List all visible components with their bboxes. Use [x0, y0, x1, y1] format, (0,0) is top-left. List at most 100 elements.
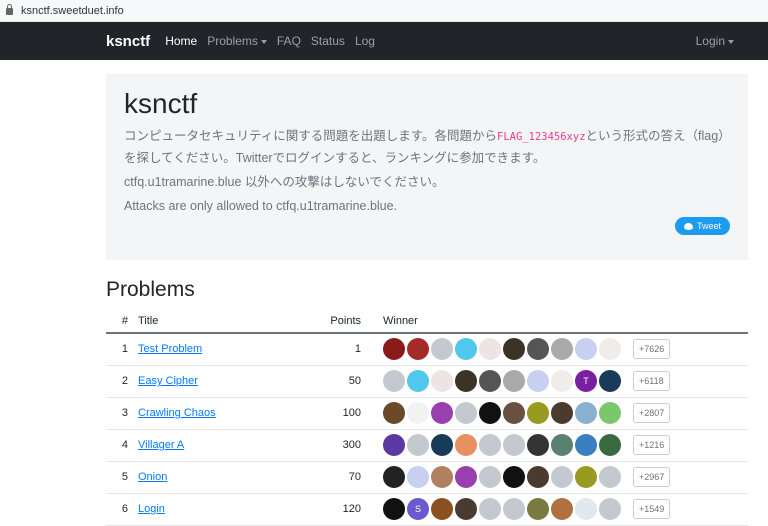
- url-text: ksnctf.sweetduet.info: [21, 4, 124, 17]
- winner-avatar[interactable]: [575, 402, 597, 424]
- winner-avatar[interactable]: [383, 434, 405, 456]
- problem-number: 2: [106, 365, 138, 398]
- nav-faq[interactable]: FAQ: [277, 34, 301, 48]
- winner-avatar[interactable]: [455, 338, 477, 361]
- login-dropdown[interactable]: Login: [696, 34, 734, 48]
- intro-text: コンピュータセキュリティに関する問題を出題します。各問題からFLAG_12345…: [124, 126, 730, 169]
- winner-avatar[interactable]: [575, 338, 597, 361]
- winner-avatar[interactable]: [575, 466, 597, 488]
- problem-link[interactable]: Test Problem: [138, 343, 202, 355]
- winner-avatar[interactable]: [503, 466, 525, 488]
- col-points: Points: [308, 310, 383, 334]
- tweet-button[interactable]: Tweet: [674, 217, 730, 235]
- winner-avatar[interactable]: [383, 338, 405, 361]
- more-winners-button[interactable]: +2807: [633, 403, 671, 423]
- problem-link[interactable]: Villager A: [138, 439, 184, 451]
- winner-avatar[interactable]: [551, 498, 573, 520]
- winner-avatar[interactable]: [527, 402, 549, 424]
- winner-avatar[interactable]: [599, 434, 621, 456]
- winner-avatar[interactable]: [551, 338, 573, 361]
- winner-avatar[interactable]: [575, 434, 597, 456]
- winner-cell: T +6118: [383, 365, 748, 398]
- more-winners-button[interactable]: +2967: [633, 467, 671, 487]
- winner-avatar[interactable]: [503, 434, 525, 456]
- winner-avatar[interactable]: [431, 370, 453, 392]
- winner-avatar[interactable]: [479, 338, 501, 361]
- winner-avatar[interactable]: [479, 370, 501, 392]
- winner-avatar[interactable]: [527, 466, 549, 488]
- winner-avatar[interactable]: [455, 498, 477, 520]
- winner-avatar[interactable]: [551, 402, 573, 424]
- winner-avatar[interactable]: [527, 498, 549, 520]
- winner-avatar[interactable]: [479, 498, 501, 520]
- winner-avatar[interactable]: [431, 466, 453, 488]
- table-row: 6 Login 120 S +1549: [106, 493, 748, 526]
- winner-avatar[interactable]: T: [575, 370, 597, 392]
- winner-avatar[interactable]: [407, 370, 429, 392]
- nav-home[interactable]: Home: [165, 34, 197, 48]
- winner-avatar[interactable]: [503, 370, 525, 392]
- winner-avatar[interactable]: [503, 338, 525, 361]
- winner-avatar[interactable]: [503, 498, 525, 520]
- winner-avatar[interactable]: [407, 402, 429, 424]
- winner-avatar[interactable]: [431, 498, 453, 520]
- winner-avatar[interactable]: [599, 338, 621, 361]
- winner-avatar[interactable]: [527, 370, 549, 392]
- problem-link[interactable]: Onion: [138, 471, 167, 483]
- table-row: 3 Crawling Chaos 100 +2807: [106, 397, 748, 430]
- winner-avatar[interactable]: [479, 402, 501, 424]
- winner-avatar[interactable]: [455, 370, 477, 392]
- winner-avatar[interactable]: [599, 402, 621, 424]
- winner-cell: +1216: [383, 429, 748, 462]
- caret-down-icon: [728, 39, 734, 44]
- nav-log[interactable]: Log: [355, 34, 375, 48]
- problem-link[interactable]: Easy Cipher: [138, 375, 198, 387]
- winner-avatar[interactable]: [407, 466, 429, 488]
- problem-number: 6: [106, 493, 138, 526]
- problem-link[interactable]: Crawling Chaos: [138, 407, 216, 419]
- problem-points: 70: [308, 461, 383, 494]
- winner-avatar[interactable]: [407, 434, 429, 456]
- winner-avatar[interactable]: [455, 434, 477, 456]
- winner-avatar[interactable]: [599, 466, 621, 488]
- twitter-bird-icon: [683, 222, 693, 230]
- col-title: Title: [138, 310, 308, 334]
- winner-avatar[interactable]: [431, 402, 453, 424]
- nav-problems[interactable]: Problems: [207, 34, 267, 48]
- winner-avatar[interactable]: [527, 338, 549, 361]
- winner-avatar[interactable]: [503, 402, 525, 424]
- winner-avatar[interactable]: [479, 434, 501, 456]
- navbar: ksnctf Home Problems FAQ Status Log Logi…: [0, 22, 768, 60]
- winner-avatar[interactable]: [455, 402, 477, 424]
- table-row: 2 Easy Cipher 50 T +6118: [106, 365, 748, 398]
- winner-avatar[interactable]: [383, 498, 405, 520]
- winner-avatar[interactable]: [599, 498, 621, 520]
- winner-avatar[interactable]: S: [407, 498, 429, 520]
- winner-avatar[interactable]: [431, 338, 453, 361]
- winner-avatar[interactable]: [383, 466, 405, 488]
- problem-link[interactable]: Login: [138, 503, 165, 515]
- more-winners-button[interactable]: +6118: [633, 371, 670, 391]
- winner-avatar[interactable]: [551, 434, 573, 456]
- address-bar[interactable]: ksnctf.sweetduet.info: [0, 0, 768, 22]
- brand-logo[interactable]: ksnctf: [106, 33, 150, 50]
- winner-avatar[interactable]: [431, 434, 453, 456]
- nav-status[interactable]: Status: [311, 34, 345, 48]
- winner-avatar[interactable]: [551, 370, 573, 392]
- winner-avatar[interactable]: [479, 466, 501, 488]
- flag-format: FLAG_123456xyz: [497, 131, 586, 143]
- table-row: 5 Onion 70 +2967: [106, 461, 748, 494]
- warning-en: Attacks are only allowed to ctfq.u1trama…: [124, 199, 398, 213]
- nav-problems-label: Problems: [207, 34, 258, 48]
- more-winners-button[interactable]: +7626: [633, 339, 671, 360]
- winner-avatar[interactable]: [599, 370, 621, 392]
- more-winners-button[interactable]: +1549: [633, 499, 671, 519]
- winner-avatar[interactable]: [383, 370, 405, 392]
- winner-avatar[interactable]: [455, 466, 477, 488]
- winner-avatar[interactable]: [551, 466, 573, 488]
- winner-avatar[interactable]: [527, 434, 549, 456]
- more-winners-button[interactable]: +1216: [633, 435, 671, 455]
- winner-avatar[interactable]: [407, 338, 429, 361]
- winner-avatar[interactable]: [575, 498, 597, 520]
- winner-avatar[interactable]: [383, 402, 405, 424]
